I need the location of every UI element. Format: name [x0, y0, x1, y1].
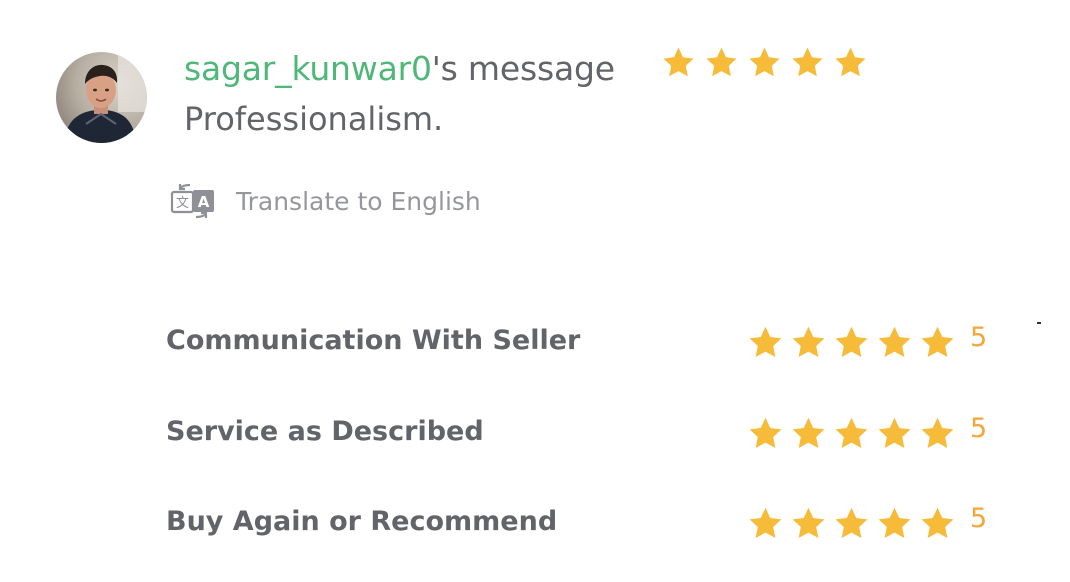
- star-icon: [833, 505, 870, 542]
- star-icon: [833, 324, 870, 361]
- star-icon: [876, 505, 913, 542]
- overall-rating-stars: [661, 45, 868, 80]
- review-message: Professionalism.: [184, 100, 444, 138]
- star-icon: [833, 415, 870, 452]
- star-icon: [790, 324, 827, 361]
- star-icon: [919, 415, 956, 452]
- star-icon: [919, 505, 956, 542]
- stray-mark: [1037, 322, 1041, 324]
- star-icon: [790, 505, 827, 542]
- star-icon: [790, 415, 827, 452]
- rating-label: Service as Described: [166, 415, 484, 447]
- review-header: sagar_kunwar0's message: [184, 44, 615, 92]
- reviewer-username[interactable]: sagar_kunwar0: [184, 49, 432, 88]
- star-icon: [790, 45, 825, 80]
- svg-text:文: 文: [176, 196, 189, 211]
- star-icon: [661, 45, 696, 80]
- translate-icon: 文 A: [170, 183, 214, 219]
- rating-value: 5: [970, 413, 988, 444]
- message-title-suffix: 's message: [431, 48, 615, 88]
- review-card: sagar_kunwar0's message Professionalism.…: [0, 0, 1070, 582]
- svg-text:A: A: [198, 193, 210, 211]
- rating-stars: [747, 505, 956, 542]
- rating-stars: [747, 324, 956, 361]
- star-icon: [876, 415, 913, 452]
- star-icon: [833, 45, 868, 80]
- user-avatar-photo: [56, 52, 147, 143]
- rating-value: 5: [970, 503, 988, 534]
- rating-value: 5: [970, 322, 988, 353]
- star-icon: [747, 45, 782, 80]
- star-icon: [704, 45, 739, 80]
- avatar[interactable]: [56, 52, 147, 143]
- rating-row-recommend: Buy Again or Recommend 5: [166, 499, 996, 543]
- star-icon: [747, 415, 784, 452]
- star-icon: [747, 324, 784, 361]
- rating-label: Communication With Seller: [166, 324, 581, 356]
- rating-stars: [747, 415, 956, 452]
- translate-button[interactable]: 文 A Translate to English: [168, 176, 481, 226]
- star-icon: [919, 324, 956, 361]
- translate-label: Translate to English: [236, 186, 481, 216]
- star-icon: [876, 324, 913, 361]
- rating-row-communication: Communication With Seller 5: [166, 318, 996, 362]
- rating-label: Buy Again or Recommend: [166, 505, 558, 537]
- star-icon: [747, 505, 784, 542]
- rating-row-service: Service as Described 5: [166, 409, 996, 453]
